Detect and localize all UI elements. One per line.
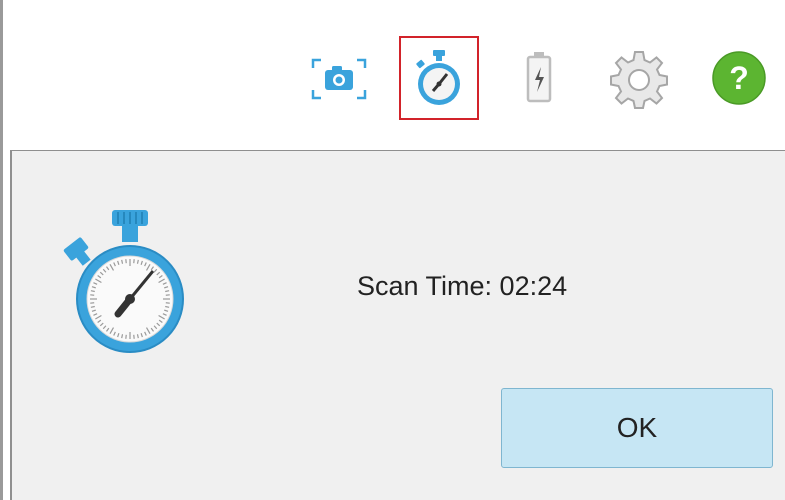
help-glyph: ? [729, 60, 749, 96]
scan-timer-button[interactable] [399, 36, 479, 120]
scan-time-text: Scan Time: 02:24 [357, 271, 568, 301]
top-toolbar: ? [3, 0, 785, 136]
stopwatch-icon [416, 50, 460, 105]
gear-icon [610, 51, 668, 109]
dial-tick [121, 259, 124, 264]
camera-capture-icon [311, 58, 367, 100]
dialog-stopwatch [52, 206, 202, 356]
dial-tick [136, 259, 139, 264]
dial-tick [90, 290, 95, 293]
dial-tick [165, 305, 170, 308]
dial-tick [90, 305, 95, 308]
stopwatch-icon [63, 210, 184, 353]
settings-button[interactable] [599, 36, 679, 120]
camera-capture-button[interactable] [299, 36, 379, 120]
ok-button[interactable]: OK [501, 388, 773, 468]
dial-tick [121, 334, 124, 339]
help-button[interactable]: ? [699, 36, 779, 120]
battery-icon [526, 52, 552, 103]
dial-tick [136, 334, 139, 339]
help-icon: ? [712, 51, 766, 105]
dial-tick [165, 290, 170, 293]
battery-button[interactable] [499, 36, 579, 120]
scan-time-dialog: Scan Time: 02:24 OK [10, 150, 785, 500]
